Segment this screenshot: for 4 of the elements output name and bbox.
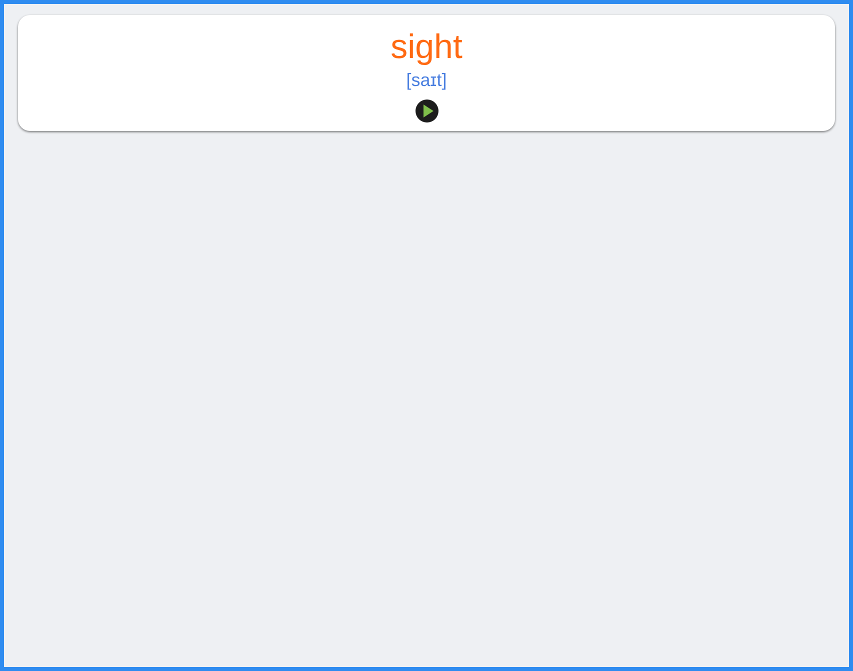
word-title: sight <box>390 27 462 67</box>
transcription-text: [saɪt] <box>406 69 447 91</box>
play-icon <box>414 99 438 123</box>
play-button[interactable] <box>414 99 438 123</box>
